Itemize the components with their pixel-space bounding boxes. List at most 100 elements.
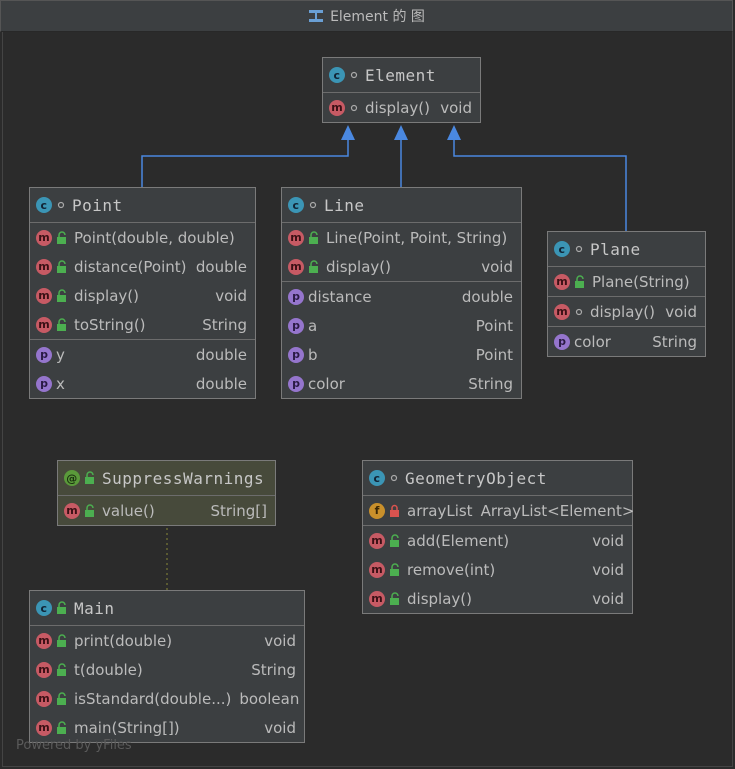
field-icon: f [369, 502, 385, 519]
property-type: String [468, 374, 513, 393]
method-icon: m [554, 273, 570, 290]
property-name: a [308, 316, 318, 335]
runnable-class-icon: c [36, 600, 52, 616]
property-row[interactable]: p color String [548, 327, 705, 356]
method-type: void [592, 531, 624, 550]
package-private-icon [390, 474, 398, 482]
method-row[interactable]: m print(double) void [30, 626, 304, 655]
field-row[interactable]: f arrayList ArrayList<Element> [363, 496, 635, 525]
property-row[interactable]: p x double [30, 369, 255, 398]
method-type: boolean [239, 689, 300, 708]
class-element[interactable]: c Element m display() void [322, 57, 481, 123]
method-row[interactable]: m isStandard(double...) boolean [30, 684, 304, 713]
property-icon: p [288, 346, 304, 363]
package-private-icon [309, 201, 317, 209]
method-row[interactable]: m display() void [323, 93, 480, 122]
public-icon [57, 633, 66, 647]
property-icon: p [554, 333, 570, 350]
method-row[interactable]: m t(double) String [30, 655, 304, 684]
annotation-icon: @ [64, 470, 80, 486]
method-name: value() [102, 501, 155, 520]
property-type: double [461, 287, 513, 306]
method-type: void [264, 631, 296, 650]
class-plane[interactable]: c Plane m Plane(String) m display() void… [547, 231, 706, 357]
class-header: c Line [282, 188, 521, 223]
abstract-class-icon: c [329, 67, 345, 83]
method-row[interactable]: m distance(Point) double [30, 252, 255, 281]
method-row[interactable]: m Line(Point, Point, String) [282, 223, 521, 252]
package-private-icon [575, 308, 583, 315]
method-type: double [195, 257, 247, 276]
property-type: double [195, 345, 247, 364]
property-row[interactable]: p color String [282, 369, 521, 398]
method-row[interactable]: m display() void [282, 252, 521, 281]
method-icon: m [369, 532, 385, 549]
public-icon [309, 259, 318, 273]
property-row[interactable]: p b Point [282, 340, 521, 369]
method-icon: m [329, 99, 345, 116]
class-geometryobject[interactable]: c GeometryObject f arrayList ArrayList<E… [362, 460, 635, 614]
method-name: toString() [74, 315, 146, 334]
method-row[interactable]: m add(Element) void [363, 526, 632, 555]
method-row[interactable]: m display() void [548, 297, 705, 326]
method-name: distance(Point) [74, 257, 187, 276]
method-row[interactable]: m remove(int) void [363, 555, 632, 584]
method-name: isStandard(double...) [74, 689, 232, 708]
class-point[interactable]: c Point m Point(double, double) m distan… [29, 187, 256, 399]
annotation-suppresswarnings[interactable]: @ SuppressWarnings m value() String[] [57, 460, 276, 526]
property-icon: p [288, 375, 304, 392]
property-type: Point [475, 345, 513, 364]
class-main[interactable]: c Main m print(double) void m t(double) … [29, 590, 305, 743]
method-name: Point(double, double) [74, 228, 235, 247]
method-name: Line(Point, Point, String) [326, 228, 508, 247]
method-row[interactable]: m display() void [363, 584, 632, 613]
method-row[interactable]: m toString() String [30, 310, 255, 339]
property-row[interactable]: p a Point [282, 311, 521, 340]
class-header: c Main [30, 591, 304, 626]
class-icon: c [369, 470, 385, 486]
package-private-icon [350, 71, 358, 79]
public-icon [57, 691, 66, 705]
class-icon: c [554, 241, 570, 257]
method-name: display() [74, 286, 139, 305]
property-type: double [195, 374, 247, 393]
public-icon [57, 259, 66, 273]
public-icon [57, 720, 66, 734]
property-type: String [652, 332, 697, 351]
method-type: void [440, 98, 472, 117]
public-icon [309, 230, 318, 244]
method-name: t(double) [74, 660, 143, 679]
method-icon: m [554, 303, 570, 320]
property-icon: p [288, 317, 304, 334]
method-row[interactable]: m display() void [30, 281, 255, 310]
public-icon [390, 533, 399, 547]
class-line[interactable]: c Line m Line(Point, Point, String) m di… [281, 187, 522, 399]
public-icon [390, 591, 399, 605]
method-row[interactable]: m Point(double, double) [30, 223, 255, 252]
method-row[interactable]: m Plane(String) [548, 267, 705, 296]
property-name: b [308, 345, 318, 364]
private-lock-icon [390, 504, 399, 517]
method-name: add(Element) [407, 531, 510, 550]
public-icon [390, 562, 399, 576]
method-type: void [215, 286, 247, 305]
property-row[interactable]: p distance double [282, 282, 521, 311]
property-icon: p [288, 288, 304, 305]
field-type: ArrayList<Element> [480, 501, 635, 520]
property-name: y [56, 345, 65, 364]
package-private-icon [350, 104, 358, 111]
class-header: @ SuppressWarnings [58, 461, 275, 496]
method-name: display() [590, 302, 655, 321]
method-icon: m [288, 229, 304, 246]
public-icon [85, 471, 94, 484]
class-header: c GeometryObject [363, 461, 632, 496]
property-name: x [56, 374, 65, 393]
method-row[interactable]: m value() String[] [58, 496, 275, 525]
property-row[interactable]: p y double [30, 340, 255, 369]
method-type: String[] [210, 501, 267, 520]
public-icon [57, 601, 66, 614]
property-name: color [308, 374, 345, 393]
method-type: void [264, 718, 296, 737]
public-icon [57, 662, 66, 676]
class-icon: c [36, 197, 52, 213]
